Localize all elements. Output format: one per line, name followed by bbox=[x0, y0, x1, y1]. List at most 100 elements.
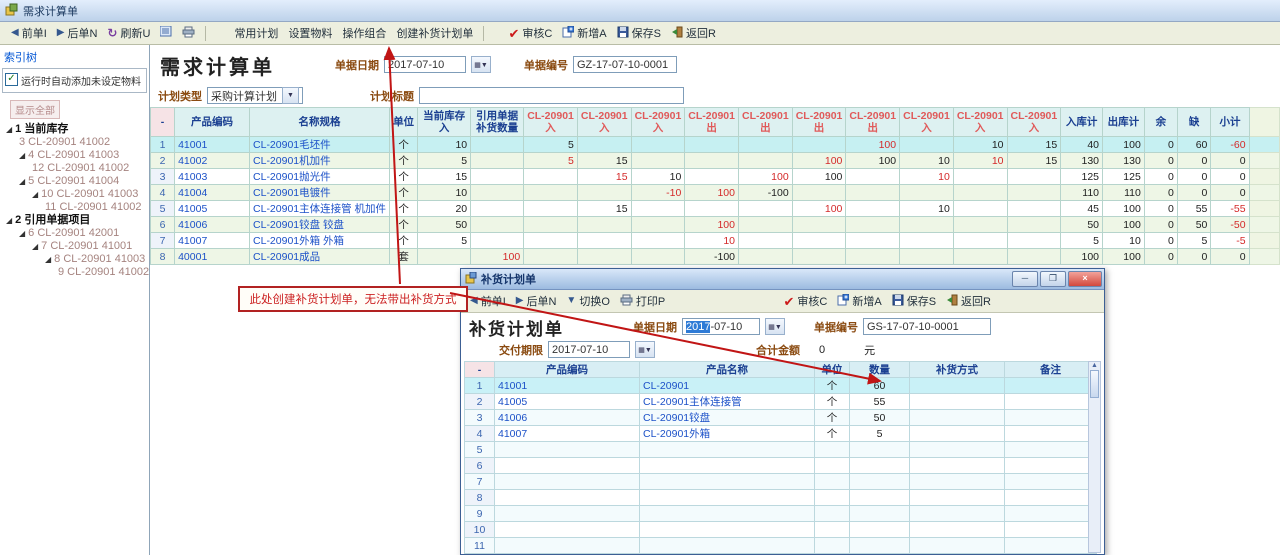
cell[interactable]: 10 bbox=[900, 201, 954, 217]
cell[interactable] bbox=[471, 217, 524, 233]
cell[interactable] bbox=[471, 185, 524, 201]
row-number[interactable]: 9 bbox=[465, 506, 495, 522]
tree-expander-icon[interactable]: ◢ bbox=[19, 229, 25, 238]
cell[interactable] bbox=[577, 217, 631, 233]
cell[interactable]: 100 bbox=[1061, 249, 1103, 265]
cell[interactable] bbox=[910, 522, 1005, 538]
tree-node[interactable]: 3 CL-20901 41002 bbox=[4, 136, 149, 149]
cell[interactable] bbox=[815, 458, 850, 474]
popup-save-button[interactable]: 保存S bbox=[887, 291, 941, 311]
table-row[interactable]: 11 bbox=[465, 538, 1097, 554]
cell[interactable]: 40 bbox=[1061, 137, 1103, 153]
table-row[interactable]: 241002CL-20901机加件个5515100100101015130130… bbox=[151, 153, 1280, 169]
row-number[interactable]: 2 bbox=[465, 394, 495, 410]
column-header[interactable]: CL-20901入 bbox=[631, 108, 685, 137]
tree-expander-icon[interactable]: ◢ bbox=[32, 190, 38, 199]
cell[interactable]: 100 bbox=[471, 249, 524, 265]
cell[interactable] bbox=[1005, 378, 1097, 394]
cell[interactable] bbox=[910, 490, 1005, 506]
cell[interactable] bbox=[471, 201, 524, 217]
menu-operation-combo[interactable]: 操作组合 bbox=[337, 23, 391, 43]
cell[interactable]: 50 bbox=[850, 410, 910, 426]
cell[interactable]: 0 bbox=[1144, 153, 1177, 169]
cell[interactable] bbox=[850, 458, 910, 474]
cell[interactable]: 10 bbox=[418, 185, 471, 201]
cell[interactable]: 10 bbox=[900, 169, 954, 185]
cell[interactable]: 0 bbox=[1144, 249, 1177, 265]
tree-expander-icon[interactable]: ◢ bbox=[19, 177, 25, 186]
cell[interactable]: 40001 bbox=[175, 249, 250, 265]
cell[interactable]: 41002 bbox=[175, 153, 250, 169]
cell[interactable]: CL-20901主体连接管 机加件 bbox=[250, 201, 390, 217]
cell[interactable] bbox=[1005, 538, 1097, 554]
cell[interactable] bbox=[640, 538, 815, 554]
tree-node[interactable]: 11 CL-20901 41002 bbox=[4, 201, 149, 214]
cell[interactable] bbox=[640, 522, 815, 538]
cell[interactable]: 110 bbox=[1061, 185, 1103, 201]
cell[interactable]: 0 bbox=[1144, 185, 1177, 201]
audit-button[interactable]: ✔ 审核C bbox=[503, 23, 557, 43]
column-header[interactable] bbox=[1249, 108, 1279, 137]
cell[interactable]: 45 bbox=[1061, 201, 1103, 217]
cell[interactable] bbox=[739, 201, 793, 217]
column-header[interactable]: CL-20901出 bbox=[792, 108, 846, 137]
row-number[interactable]: 3 bbox=[151, 169, 175, 185]
refresh-button[interactable]: ↻ 刷新U bbox=[102, 23, 155, 43]
prev-doc-button[interactable]: ◀ 前单I bbox=[6, 23, 52, 43]
cell[interactable] bbox=[792, 249, 846, 265]
cell[interactable]: 个 bbox=[390, 217, 418, 233]
column-header[interactable]: 数量 bbox=[850, 362, 910, 378]
row-number[interactable]: 10 bbox=[465, 522, 495, 538]
cell[interactable]: 100 bbox=[1103, 201, 1145, 217]
cell[interactable]: 套 bbox=[390, 249, 418, 265]
cell[interactable]: 个 bbox=[815, 378, 850, 394]
cell[interactable] bbox=[1005, 490, 1097, 506]
cell[interactable]: 个 bbox=[390, 201, 418, 217]
cell[interactable] bbox=[910, 442, 1005, 458]
cell[interactable] bbox=[1249, 249, 1279, 265]
popup-return-button[interactable]: 返回R bbox=[941, 291, 996, 311]
cell[interactable] bbox=[631, 217, 685, 233]
deadline-input[interactable]: 2017-07-10 bbox=[548, 341, 630, 358]
cell[interactable] bbox=[1005, 506, 1097, 522]
cell[interactable]: CL-20901铰盘 铰盘 bbox=[250, 217, 390, 233]
cell[interactable]: 0 bbox=[1144, 233, 1177, 249]
cell[interactable] bbox=[495, 474, 640, 490]
cell[interactable] bbox=[739, 249, 793, 265]
cell[interactable] bbox=[910, 394, 1005, 410]
column-header[interactable]: - bbox=[465, 362, 495, 378]
tree-node[interactable]: ◢2 引用单据项目 bbox=[4, 214, 149, 227]
cell[interactable] bbox=[1007, 249, 1061, 265]
cell[interactable] bbox=[739, 217, 793, 233]
cell[interactable]: CL-20901铰盘 bbox=[640, 410, 815, 426]
cell[interactable] bbox=[524, 233, 578, 249]
plan-type-select[interactable]: 采购计算计划 ▼ bbox=[207, 87, 303, 104]
cell[interactable]: 0 bbox=[1144, 201, 1177, 217]
tree-expander-icon[interactable]: ◢ bbox=[6, 125, 12, 134]
calendar-dropdown-icon[interactable]: ▦▼ bbox=[765, 318, 785, 335]
cell[interactable]: 100 bbox=[739, 169, 793, 185]
cell[interactable]: 0 bbox=[1211, 249, 1249, 265]
cell[interactable]: -100 bbox=[685, 249, 739, 265]
cell[interactable] bbox=[792, 233, 846, 249]
cell[interactable]: CL-20901 bbox=[640, 378, 815, 394]
cell[interactable] bbox=[792, 137, 846, 153]
plan-title-input[interactable] bbox=[419, 87, 684, 104]
row-number[interactable]: 4 bbox=[465, 426, 495, 442]
cell[interactable]: CL-20901主体连接管 bbox=[640, 394, 815, 410]
cell[interactable]: 个 bbox=[815, 394, 850, 410]
cell[interactable] bbox=[631, 137, 685, 153]
cell[interactable] bbox=[739, 153, 793, 169]
cell[interactable]: 5 bbox=[524, 153, 578, 169]
cell[interactable]: 个 bbox=[815, 410, 850, 426]
cell[interactable] bbox=[640, 442, 815, 458]
row-number[interactable]: 5 bbox=[151, 201, 175, 217]
cell[interactable]: 15 bbox=[577, 153, 631, 169]
cell[interactable]: 个 bbox=[815, 426, 850, 442]
table-row[interactable]: 741007CL-20901外箱 外箱个51051005-5 bbox=[151, 233, 1280, 249]
table-row[interactable]: 141001CL-20901个60 bbox=[465, 378, 1097, 394]
cell[interactable] bbox=[953, 169, 1007, 185]
cell[interactable] bbox=[471, 233, 524, 249]
cell[interactable] bbox=[900, 249, 954, 265]
cell[interactable] bbox=[471, 169, 524, 185]
